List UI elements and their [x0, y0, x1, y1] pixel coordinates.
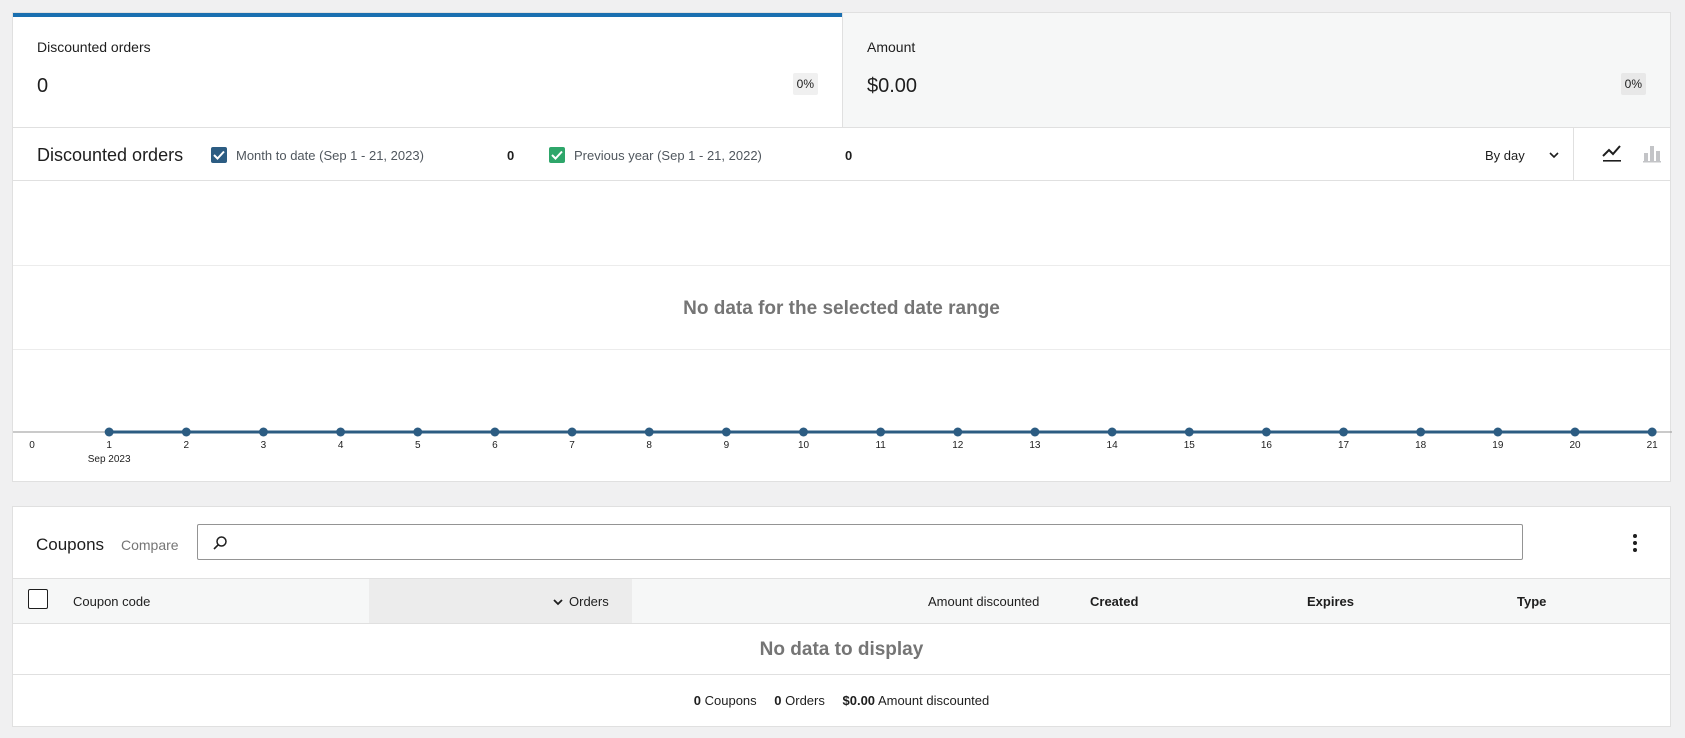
summary-label: Amount discounted	[877, 693, 990, 708]
data-point[interactable]	[799, 427, 808, 437]
summary-value: 0	[693, 693, 701, 708]
data-point[interactable]	[413, 427, 423, 437]
data-point[interactable]	[336, 427, 346, 437]
data-point[interactable]	[1339, 427, 1349, 437]
x-tick-label: 2	[184, 440, 190, 451]
compare-button[interactable]: Compare	[121, 537, 179, 553]
summary-value: 0	[774, 693, 782, 708]
x-tick-label: 13	[1029, 440, 1041, 451]
data-point[interactable]	[104, 427, 114, 437]
column-header-type[interactable]: Type	[1517, 594, 1546, 609]
data-point[interactable]	[1493, 427, 1503, 437]
summary-card-amount[interactable]: Amount $0.00 0%	[842, 13, 1670, 127]
search-input[interactable]	[197, 524, 1523, 560]
x-tick-label: 11	[875, 440, 886, 451]
x-tick-label: 8	[646, 440, 652, 451]
data-point[interactable]	[953, 427, 963, 437]
column-header-created[interactable]: Created	[1090, 594, 1138, 609]
summary-card-label: Discounted orders	[37, 39, 151, 55]
summary-card-value: 0	[37, 75, 49, 97]
x-tick-label: 1	[106, 440, 112, 451]
data-point[interactable]	[1107, 427, 1117, 437]
select-all-checkbox[interactable]	[28, 589, 48, 609]
data-point[interactable]	[567, 427, 577, 437]
summary-card-delta-badge: 0%	[1620, 73, 1646, 95]
data-point[interactable]	[1184, 427, 1194, 437]
empty-table-message: No data to display	[13, 624, 1670, 675]
coupons-table-panel: Coupons Compare Coupon code Orders Amoun…	[12, 506, 1671, 727]
data-point[interactable]	[644, 427, 654, 437]
data-point[interactable]	[876, 427, 886, 437]
summary-card-discounted-orders[interactable]: Discounted orders 0 0%	[13, 13, 842, 127]
summary-label: Coupons	[704, 693, 757, 708]
summary-value: $0.00	[842, 693, 876, 708]
table-title: Coupons	[36, 535, 105, 554]
data-point[interactable]	[258, 427, 268, 437]
table-header: Coupon code Orders Amount discounted Cre…	[13, 578, 1670, 624]
x-tick-label: 20	[1569, 440, 1581, 451]
data-point[interactable]	[490, 427, 500, 437]
summary-cards: Discounted orders 0 0% Amount $0.00 0%	[12, 12, 1671, 128]
chart-panel: Discounted orders Month to date (Sep 1 -…	[12, 128, 1672, 482]
x-tick-label: 12	[952, 440, 964, 451]
x-tick-label: 18	[1415, 440, 1427, 451]
x-tick-label: 15	[1184, 440, 1196, 451]
x-tick-label: 17	[1338, 440, 1350, 451]
x-tick-label: 19	[1492, 440, 1504, 451]
data-point[interactable]	[721, 427, 731, 437]
x-tick-label: 9	[724, 440, 730, 451]
x-month-label: Sep 2023	[88, 454, 131, 465]
data-point[interactable]	[1416, 427, 1426, 437]
x-tick-label: 14	[1107, 440, 1119, 451]
chevron-down-icon[interactable]	[552, 595, 564, 613]
summary-label: Orders	[785, 693, 825, 708]
x-tick-label: 10	[798, 440, 810, 451]
summary-card-delta-badge: 0%	[792, 73, 818, 95]
summary-card-value: $0.00	[867, 75, 918, 97]
x-tick-label: 21	[1647, 440, 1659, 451]
line-chart: 0 1 2 3 4 5 6 7 8 9 10 11 12 13 14 15 16 17 18 19 20 21Sep 20…	[13, 427, 1672, 465]
more-options-icon[interactable]	[1632, 533, 1638, 558]
data-point[interactable]	[1261, 427, 1271, 437]
data-point[interactable]	[1030, 427, 1040, 437]
x-tick-label: 16	[1261, 440, 1273, 451]
data-point[interactable]	[181, 427, 191, 437]
summary-card-label: Amount	[867, 39, 916, 55]
x-tick-label: 5	[415, 440, 421, 451]
x-tick-label: 0	[29, 440, 35, 451]
x-tick-label: 7	[569, 440, 575, 451]
table-summary: 0 Coupons 0 Orders $0.00 Amount discount…	[13, 675, 1670, 726]
column-header-amount-discounted[interactable]: Amount discounted	[928, 594, 1039, 609]
x-tick-label: 3	[261, 440, 267, 451]
search-icon	[212, 535, 228, 556]
data-point[interactable]	[1647, 427, 1657, 437]
column-header-orders[interactable]: Orders	[569, 594, 609, 609]
x-tick-label: 4	[338, 440, 344, 451]
column-header-expires[interactable]: Expires	[1307, 594, 1354, 609]
data-point[interactable]	[1570, 427, 1580, 437]
column-header-coupon-code[interactable]: Coupon code	[73, 594, 150, 609]
x-tick-label: 6	[492, 440, 498, 451]
